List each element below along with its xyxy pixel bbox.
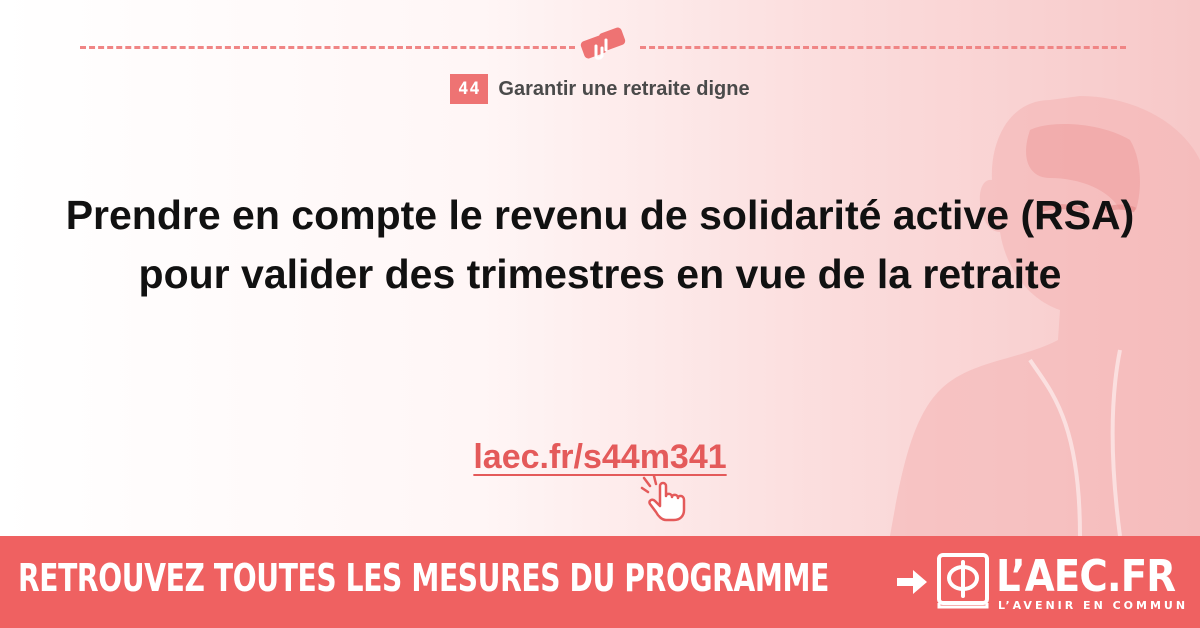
measure-link-container: laec.fr/s44m341 [0, 438, 1200, 477]
logo-subtitle: L’AVENIR EN COMMUN [998, 599, 1189, 612]
banner-cta-text: RETROUVEZ TOUTES LES MESURES DU PROGRAMM… [18, 556, 829, 600]
dashed-divider-left [80, 46, 575, 49]
card: 44 Garantir une retraite digne Prendre e… [0, 0, 1200, 536]
measure-link[interactable]: laec.fr/s44m341 [473, 438, 726, 476]
dashed-divider-right [640, 46, 1126, 49]
measure-headline: Prendre en compte le revenu de solidarit… [65, 192, 1135, 297]
chapter-number-badge: 44 [450, 74, 489, 104]
logo-wordmark: L’AEC.FR [996, 551, 1176, 602]
arrow-right-icon [897, 570, 927, 594]
hands-icon [580, 27, 626, 60]
chapter-heading: 44 Garantir une retraite digne [0, 74, 1200, 104]
phi-book-logo-icon [937, 553, 989, 609]
pointer-hand-icon [640, 474, 686, 522]
chapter-title: Garantir une retraite digne [498, 77, 750, 100]
